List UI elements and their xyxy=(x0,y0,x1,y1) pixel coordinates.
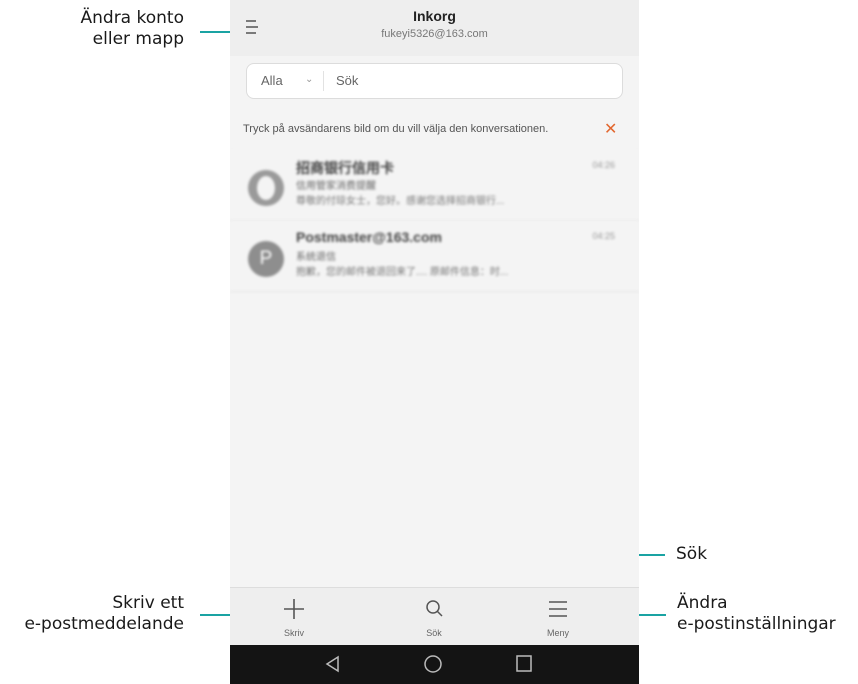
subject: 系统退信 xyxy=(296,252,336,263)
recent-apps-icon[interactable] xyxy=(514,654,534,674)
callout-account-line1: Ändra konto xyxy=(80,8,185,28)
inbox-header: Inkorg fukeyi5326@163.com xyxy=(230,0,639,56)
callout-settings-line1: Ändra xyxy=(677,593,728,613)
callout-search: Sök xyxy=(676,544,756,565)
avatar[interactable] xyxy=(248,170,284,206)
callout-compose-line2: e-postmeddelande xyxy=(24,614,184,634)
home-icon[interactable] xyxy=(422,654,444,676)
callout-compose-line1: Skriv ett xyxy=(112,593,184,613)
timestamp: 04:25 xyxy=(592,231,615,241)
divider xyxy=(323,71,324,91)
callout-settings: Ändra e-postinställningar xyxy=(677,593,858,635)
list-item[interactable]: 招商银行信用卡 04:26 信用管家消费提醒 尊敬的付琼女士，您好。感谢您选择招… xyxy=(230,150,639,221)
subject: 信用管家消费提醒 xyxy=(296,181,376,192)
sender: Postmaster@163.com xyxy=(296,229,442,245)
menu-lines-icon xyxy=(549,601,567,617)
timestamp: 04:26 xyxy=(592,160,615,170)
bottom-toolbar: Skriv Sök Meny xyxy=(230,587,639,646)
menu-label: Meny xyxy=(546,628,569,638)
close-icon[interactable]: ✕ xyxy=(604,119,617,139)
page-title: Inkorg xyxy=(413,8,456,24)
plus-icon xyxy=(284,599,304,619)
compose-label: Skriv xyxy=(284,628,304,638)
tip-text: Tryck på avsändarens bild om du vill väl… xyxy=(243,123,549,135)
back-icon[interactable] xyxy=(323,654,343,674)
preview: 抱歉，您的邮件被退回来了.... 原邮件信息：时... xyxy=(296,267,509,278)
search-button[interactable]: Sök xyxy=(384,588,484,646)
sender: 招商银行信用卡 xyxy=(296,160,394,176)
android-nav-bar xyxy=(230,645,639,684)
preview: 尊敬的付琼女士，您好。感谢您选择招商银行... xyxy=(296,196,505,207)
search-bar[interactable]: Alla ⌄ Sök xyxy=(246,63,623,99)
callout-account: Ändra konto eller mapp xyxy=(20,8,185,50)
compose-button[interactable]: Skriv xyxy=(244,588,344,646)
account-email: fukeyi5326@163.com xyxy=(381,28,488,40)
search-input[interactable]: Sök xyxy=(336,73,358,88)
search-label: Sök xyxy=(426,628,442,638)
chevron-down-icon[interactable]: ⌄ xyxy=(305,74,313,85)
list-item[interactable]: P Postmaster@163.com 04:25 系统退信 抱歉，您的邮件被… xyxy=(230,221,639,292)
tip-banner: Tryck på avsändarens bild om du vill väl… xyxy=(230,113,639,145)
callout-account-line2: eller mapp xyxy=(92,29,184,49)
filter-dropdown[interactable]: Alla xyxy=(261,73,283,88)
callout-settings-line2: e-postinställningar xyxy=(677,614,836,634)
callout-compose: Skriv ett e-postmeddelande xyxy=(0,593,184,635)
avatar[interactable]: P xyxy=(248,241,284,277)
search-icon xyxy=(426,600,443,617)
menu-button[interactable]: Meny xyxy=(508,588,608,646)
phone-screen: Inkorg fukeyi5326@163.com Alla ⌄ Sök Try… xyxy=(230,0,639,684)
callout-search-line1: Sök xyxy=(676,544,708,564)
